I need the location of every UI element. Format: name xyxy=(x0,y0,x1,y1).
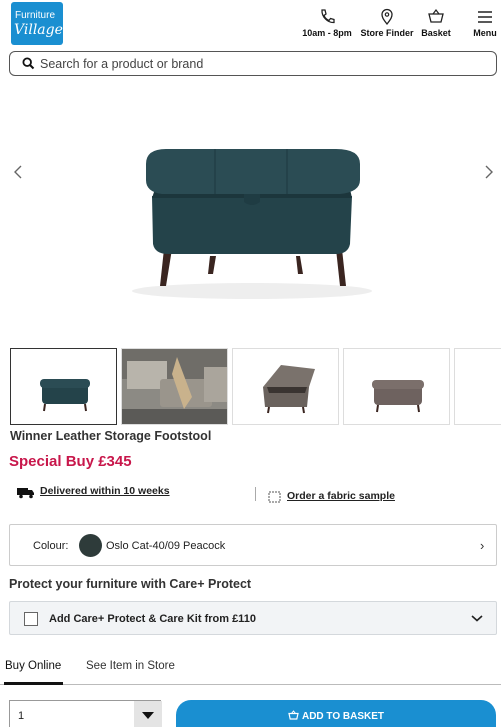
quantity-dropdown-toggle[interactable] xyxy=(134,701,162,727)
thumbnail-4[interactable] xyxy=(343,348,450,425)
footstool-thumbnail-front xyxy=(40,379,90,412)
store-finder-label: Store Finder xyxy=(360,28,414,38)
active-tab-indicator xyxy=(4,682,63,685)
carousel-next-button[interactable] xyxy=(480,163,498,183)
chevron-down-icon[interactable] xyxy=(470,611,484,625)
thumbnail-strip xyxy=(10,348,501,425)
care-protect-option[interactable]: Add Care+ Protect & Care Kit from £110 xyxy=(9,601,497,635)
hamburger-menu-icon xyxy=(478,11,492,23)
footstool-brown-thumbnail xyxy=(372,380,424,413)
colour-name: Oslo Cat-40/09 Peacock xyxy=(106,540,226,552)
add-to-basket-label: ADD TO BASKET xyxy=(301,711,385,722)
site-header: Furniture Village 10am - 8pm Store Finde… xyxy=(0,0,501,48)
care-protect-heading: Protect your furniture with Care+ Protec… xyxy=(9,577,252,591)
colour-swatch xyxy=(79,534,102,557)
quantity-select[interactable]: 1 xyxy=(9,700,162,727)
footstool-open-lid-thumbnail xyxy=(263,365,315,414)
thumbnail-1[interactable] xyxy=(10,348,117,425)
footstool-lifestyle-thumbnail xyxy=(122,349,227,424)
caret-down-icon xyxy=(142,712,154,719)
basket-label: Basket xyxy=(421,28,451,38)
fabric-swatch-icon xyxy=(268,491,281,503)
search-input[interactable] xyxy=(40,55,480,73)
add-to-basket-button[interactable]: ADD TO BASKET xyxy=(176,700,496,727)
info-divider xyxy=(255,487,256,501)
purchase-tabs: Buy Online See Item in Store xyxy=(0,657,501,685)
opening-hours-label: 10am - 8pm xyxy=(302,28,352,38)
tab-buy-online[interactable]: Buy Online xyxy=(5,660,61,672)
product-price: Special Buy £345 xyxy=(9,453,132,470)
colour-label: Colour: xyxy=(33,540,69,552)
fabric-sample-link[interactable]: Order a fabric sample xyxy=(287,490,395,502)
menu-label: Menu xyxy=(473,28,497,38)
thumbnail-2[interactable] xyxy=(121,348,228,425)
location-pin-icon xyxy=(381,8,393,25)
logo-text-line1: Furniture xyxy=(15,10,56,21)
tab-see-item-in-store[interactable]: See Item in Store xyxy=(86,660,175,672)
thumbnail-3[interactable] xyxy=(232,348,339,425)
store-finder-link[interactable]: Store Finder xyxy=(360,8,414,38)
logo-text-line2: Village xyxy=(14,22,63,38)
basket-icon xyxy=(288,710,299,720)
colour-selector[interactable]: Colour: Oslo Cat-40/09 Peacock › xyxy=(9,524,497,566)
search-bar[interactable] xyxy=(9,51,497,76)
search-icon xyxy=(22,57,35,70)
add-to-basket-content: ADD TO BASKET xyxy=(176,710,496,722)
menu-button[interactable]: Menu xyxy=(470,8,500,38)
care-protect-label: Add Care+ Protect & Care Kit from £110 xyxy=(49,613,256,625)
basket-link[interactable]: Basket xyxy=(418,8,454,38)
opening-hours-link[interactable]: 10am - 8pm xyxy=(301,8,353,38)
chevron-right-icon xyxy=(485,165,493,179)
thumbnail-5[interactable] xyxy=(454,348,501,425)
phone-icon xyxy=(321,9,335,24)
delivery-truck-icon xyxy=(17,488,34,499)
product-image-carousel xyxy=(0,86,501,340)
care-protect-checkbox[interactable] xyxy=(24,612,38,626)
furniture-village-logo[interactable]: Furniture Village xyxy=(11,2,63,45)
chevron-right-icon: › xyxy=(480,538,485,553)
delivery-link[interactable]: Delivered within 10 weeks xyxy=(40,485,170,497)
footstool-main-image xyxy=(132,149,372,299)
quantity-value: 1 xyxy=(18,710,25,722)
product-title: Winner Leather Storage Footstool xyxy=(10,429,212,443)
basket-icon xyxy=(428,9,444,23)
